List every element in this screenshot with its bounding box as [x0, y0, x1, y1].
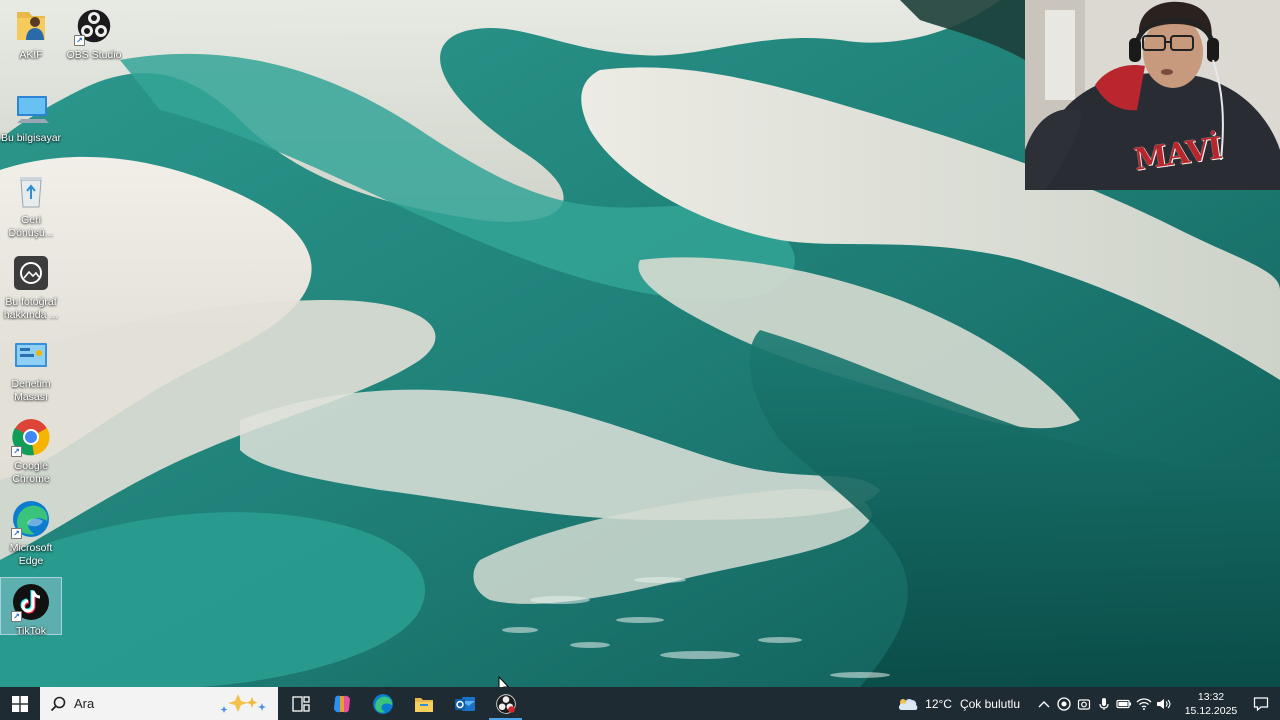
edge-icon: ↗ [11, 499, 51, 539]
notification-icon [1253, 696, 1269, 711]
tray-camera-button[interactable] [1074, 687, 1094, 720]
desktop-icon-this-pc[interactable]: Bu bilgisayar [0, 85, 62, 145]
shortcut-arrow-icon: ↗ [11, 528, 22, 539]
tray-microphone-button[interactable] [1094, 687, 1114, 720]
edge-icon [372, 693, 393, 714]
taskbar-copilot-button[interactable] [321, 687, 362, 720]
speaker-icon [1157, 698, 1171, 709]
clock-date: 15.12.2025 [1184, 704, 1238, 717]
desktop-icon-google-chrome[interactable]: ↗ Google Chrome [0, 413, 62, 486]
photo-info-icon [11, 253, 51, 293]
task-view-button[interactable] [280, 687, 321, 720]
desktop-icon-label: Microsoft Edge [9, 542, 53, 567]
notification-center-button[interactable] [1242, 687, 1280, 720]
tray-obs-button[interactable] [1054, 687, 1074, 720]
outlook-icon [454, 696, 475, 711]
obs-icon: ↗ [74, 6, 114, 46]
taskbar-outlook-button[interactable] [444, 687, 485, 720]
clock-time: 13:32 [1197, 690, 1225, 703]
shortcut-arrow-icon: ↗ [11, 446, 22, 457]
desktop-icon-obs-studio[interactable]: ↗ OBS Studio [63, 2, 125, 62]
desktop-icon-label: TikTok [16, 625, 46, 637]
file-explorer-icon [414, 697, 433, 712]
taskbar-search-box[interactable]: Ara [40, 687, 278, 720]
desktop-icon-photo-info[interactable]: Bu fotoğraf hakkında ... [0, 249, 62, 322]
desktop-icon-control-panel[interactable]: Denetim Masası [0, 331, 62, 404]
obs-icon [495, 693, 516, 714]
desktop-icon-recycle-bin[interactable]: Geri Dönüşü... [0, 167, 62, 240]
camera-icon [1077, 698, 1091, 710]
obs-tray-icon [1057, 696, 1071, 711]
wifi-icon [1136, 697, 1152, 710]
tray-network-button[interactable] [1134, 687, 1154, 720]
copilot-icon [333, 695, 350, 712]
desktop-icon-akif[interactable]: AKİF [0, 2, 62, 62]
windows-logo-icon [12, 695, 28, 712]
chrome-icon: ↗ [11, 417, 51, 457]
desktop-icon-label: Denetim Masası [11, 378, 51, 403]
desktop-icon-label: Bu bilgisayar [0, 132, 62, 144]
shortcut-arrow-icon: ↗ [74, 35, 85, 46]
tray-battery-button[interactable] [1114, 687, 1134, 720]
weather-temperature: 12°C [925, 696, 952, 711]
desktop-icon-label: AKİF [19, 49, 43, 61]
desktop-icon-label: OBS Studio [66, 49, 122, 61]
start-button[interactable] [0, 687, 40, 720]
desktop-icon-tiktok[interactable]: ↗ TikTok [0, 577, 62, 637]
show-hidden-icons-button[interactable] [1034, 687, 1054, 720]
chevron-up-icon [1038, 700, 1050, 707]
microphone-icon [1099, 697, 1109, 710]
webcam-overlay: MAVİ [1025, 0, 1280, 190]
search-placeholder: Ara [74, 696, 95, 711]
search-highlight-icon[interactable] [216, 692, 270, 714]
desktop-icon-label: Bu fotoğraf hakkında ... [3, 296, 59, 321]
taskbar: Ara 12°C Çok bulutlu 13:32 15.12.2025 [0, 687, 1280, 720]
user-folder-icon [11, 6, 51, 46]
weather-widget[interactable]: 12°C Çok bulutlu [897, 696, 1020, 712]
computer-icon [11, 89, 51, 129]
taskbar-obs-button[interactable] [485, 687, 526, 720]
weather-condition: Çok bulutlu [959, 696, 1020, 711]
cloud-icon [899, 698, 918, 710]
taskbar-file-explorer-button[interactable] [403, 687, 444, 720]
system-tray: 12°C Çok bulutlu 13:32 15.12.2025 [897, 687, 1280, 720]
recycle-bin-icon [11, 171, 51, 211]
search-icon [50, 696, 66, 711]
shortcut-arrow-icon: ↗ [11, 611, 22, 622]
desktop-icon-label: Google Chrome [12, 460, 50, 485]
taskbar-edge-button[interactable] [362, 687, 403, 720]
taskbar-clock[interactable]: 13:32 15.12.2025 [1180, 690, 1242, 718]
desktop-icon-label: Geri Dönüşü... [8, 214, 54, 239]
tiktok-icon: ↗ [11, 582, 51, 622]
battery-icon [1116, 699, 1131, 708]
control-panel-icon [11, 335, 51, 375]
desktop-icon-microsoft-edge[interactable]: ↗ Microsoft Edge [0, 495, 62, 568]
tray-volume-button[interactable] [1154, 687, 1174, 720]
task-view-icon [291, 695, 310, 712]
